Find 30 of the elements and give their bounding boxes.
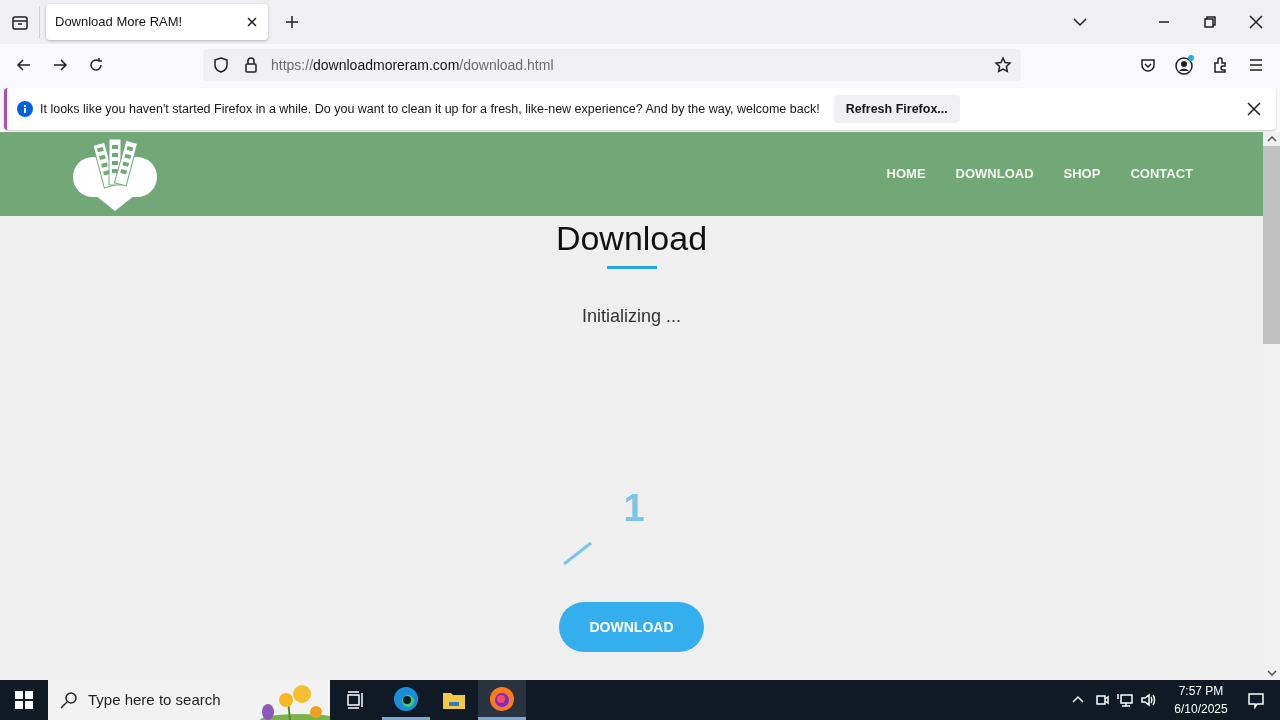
star-icon[interactable] (993, 55, 1013, 75)
progress-counter: 1 (623, 486, 645, 531)
info-icon (17, 101, 33, 117)
clock-time[interactable]: 7:57 PM (1178, 682, 1224, 700)
close-icon[interactable] (245, 15, 259, 29)
logo-icon[interactable] (71, 137, 159, 211)
notification-message: It looks like you haven't started Firefox in a while. Do you want to clean it up for a fresh, like-new experience? And by the way, welcome back! (40, 100, 820, 118)
url-text: https://downloadmoreram.com/download.html (271, 55, 555, 75)
clock-date[interactable]: 6/10/2025 (1174, 700, 1228, 718)
firefox-icon[interactable] (489, 685, 515, 712)
tab-title: Download More RAM! (55, 13, 183, 32)
camera-icon[interactable] (1094, 692, 1110, 708)
status-text: Initializing ... (581, 305, 681, 328)
page-heading: Download (555, 220, 708, 256)
shield-icon[interactable] (211, 55, 231, 75)
search-field[interactable]: Type here to search (48, 680, 330, 720)
search-placeholder: Type here to search (88, 689, 221, 710)
search-icon (60, 691, 78, 709)
account-icon[interactable] (1174, 54, 1196, 76)
address-bar[interactable]: https://downloadmoreram.com/download.html (203, 49, 1021, 81)
spinner-icon (561, 540, 594, 566)
task-view-icon[interactable] (346, 691, 366, 709)
windows-icon[interactable] (15, 691, 33, 709)
browser-tab[interactable]: Download More RAM! (46, 4, 268, 40)
notifications-icon[interactable] (1246, 690, 1266, 710)
refresh-button[interactable]: Refresh Firefox... (833, 95, 960, 123)
folder-icon[interactable] (442, 690, 466, 710)
edge-icon[interactable] (393, 685, 419, 712)
volume-icon[interactable] (1140, 692, 1158, 708)
network-icon[interactable] (1116, 692, 1134, 708)
